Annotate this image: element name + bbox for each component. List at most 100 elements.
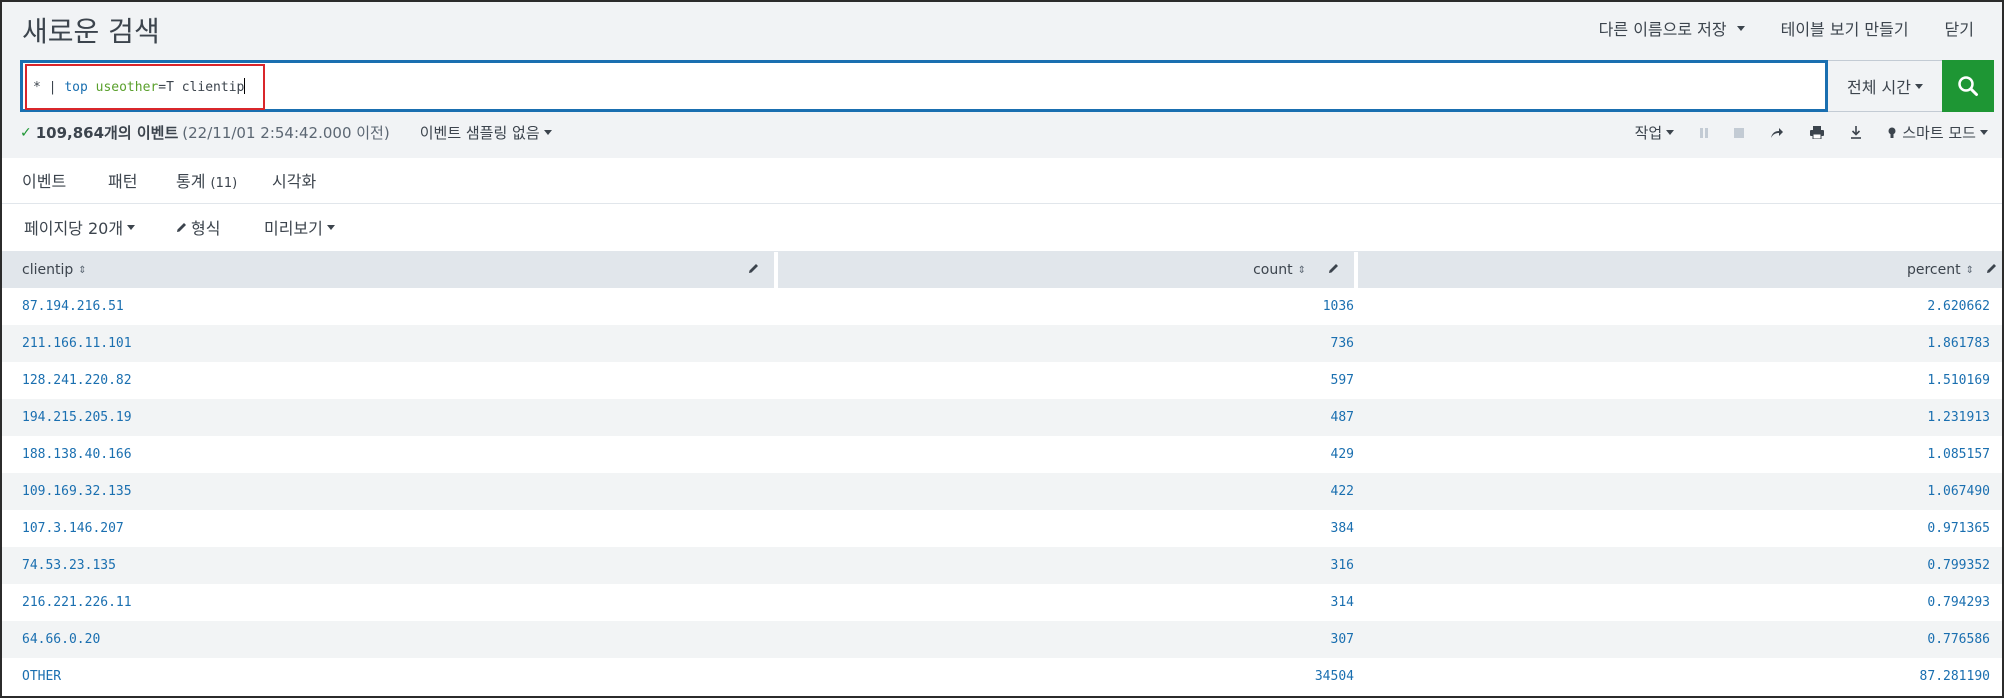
tab-events[interactable]: 이벤트 (22, 168, 66, 206)
tab-patterns-label: 패턴 (108, 172, 138, 191)
export-button[interactable] (1850, 126, 1862, 139)
chevron-down-icon (326, 224, 335, 230)
save-as-button[interactable]: 다른 이름으로 저장 (1599, 16, 1745, 40)
cell-clientip[interactable]: 74.53.23.135 (22, 558, 116, 573)
cell-clientip[interactable]: OTHER (22, 669, 61, 684)
format-label: 형식 (191, 219, 221, 238)
tab-statistics-count: (11) (210, 176, 238, 191)
job-menu[interactable]: 작업 (1635, 122, 1675, 143)
column-header-count[interactable]: count ⇕ (1253, 252, 1306, 288)
create-table-view-button[interactable]: 테이블 보기 만들기 (1781, 16, 1909, 40)
query-command: top (64, 80, 88, 95)
column-header-percent[interactable]: percent ⇕ (1907, 252, 1974, 288)
table-row: 211.166.11.101 736 1.861783 (2, 325, 2002, 362)
pause-button[interactable] (1700, 127, 1709, 138)
cell-clientip[interactable]: 109.169.32.135 (22, 484, 132, 499)
cell-clientip[interactable]: 87.194.216.51 (22, 299, 124, 314)
table-row: 74.53.23.135 316 0.799352 (2, 547, 2002, 584)
column-header-clientip[interactable]: clientip ⇕ (22, 252, 87, 288)
cell-percent[interactable]: 0.776586 (1927, 632, 1990, 647)
cell-count[interactable]: 422 (1331, 484, 1354, 499)
table-row: 216.221.226.11 314 0.794293 (2, 584, 2002, 621)
table-toolbar: 페이지당 20개 형식 미리보기 (2, 205, 2002, 252)
cell-percent[interactable]: 0.794293 (1927, 595, 1990, 610)
sort-icon: ⇕ (1965, 264, 1974, 276)
edit-column-icon[interactable] (1328, 263, 1339, 274)
column-header-label: count (1253, 262, 1293, 278)
edit-column-icon[interactable] (748, 263, 759, 274)
cell-count[interactable]: 384 (1331, 521, 1354, 536)
cell-percent[interactable]: 87.281190 (1920, 669, 1990, 684)
column-header-label: percent (1906, 262, 1961, 278)
cell-count[interactable]: 314 (1331, 595, 1354, 610)
cell-percent[interactable]: 1.510169 (1927, 373, 1990, 388)
share-button[interactable] (1770, 127, 1784, 139)
preview-dropdown[interactable]: 미리보기 (264, 215, 335, 239)
close-label: 닫기 (1944, 20, 1974, 39)
table-row: 188.138.40.166 429 1.085157 (2, 436, 2002, 473)
per-page-label: 페이지당 20개 (24, 219, 124, 238)
cell-percent[interactable]: 1.231913 (1927, 410, 1990, 425)
page-title: 새로운 검색 (22, 15, 160, 48)
download-icon (1851, 126, 1862, 139)
format-button[interactable]: 형식 (176, 215, 220, 239)
text-cursor (244, 78, 246, 94)
search-button[interactable] (1942, 60, 1994, 112)
search-mode-label: 스마트 모드 (1902, 124, 1976, 142)
cell-percent[interactable]: 2.620662 (1927, 299, 1990, 314)
tab-events-label: 이벤트 (22, 172, 67, 191)
cell-count[interactable]: 487 (1331, 410, 1354, 425)
print-button[interactable] (1810, 126, 1825, 139)
edit-column-icon[interactable] (1986, 263, 1997, 274)
app-window: 새로운 검색 다른 이름으로 저장 테이블 보기 만들기 닫기 * | top … (0, 0, 2004, 698)
tab-statistics[interactable]: 통계 (11) (176, 168, 238, 209)
cell-clientip[interactable]: 128.241.220.82 (22, 373, 132, 388)
cell-percent[interactable]: 0.971365 (1927, 521, 1990, 536)
cell-clientip[interactable]: 211.166.11.101 (22, 336, 132, 351)
per-page-dropdown[interactable]: 페이지당 20개 (24, 215, 136, 239)
cell-count[interactable]: 429 (1331, 447, 1354, 462)
chevron-down-icon (1914, 83, 1923, 89)
cell-clientip[interactable]: 107.3.146.207 (22, 521, 124, 536)
query-pipe: | (48, 80, 57, 95)
tab-patterns[interactable]: 패턴 (108, 168, 137, 206)
event-sampling-dropdown[interactable]: 이벤트 샘플링 없음 (420, 122, 552, 143)
cell-count[interactable]: 307 (1331, 632, 1354, 647)
cell-clientip[interactable]: 194.215.205.19 (22, 410, 132, 425)
check-icon: ✓ (20, 124, 32, 141)
table-row: 87.194.216.51 1036 2.620662 (2, 288, 2002, 325)
cell-percent[interactable]: 1.861783 (1927, 336, 1990, 351)
table-row: 64.66.0.20 307 0.776586 (2, 621, 2002, 658)
cell-count[interactable]: 597 (1331, 373, 1354, 388)
cell-clientip[interactable]: 64.66.0.20 (22, 632, 100, 647)
table-row: 194.215.205.19 487 1.231913 (2, 399, 2002, 436)
stop-button[interactable] (1734, 127, 1745, 138)
cell-clientip[interactable]: 188.138.40.166 (22, 447, 132, 462)
table-row: 128.241.220.82 597 1.510169 (2, 362, 2002, 399)
create-table-view-label: 테이블 보기 만들기 (1780, 20, 1909, 39)
chevron-down-icon (127, 224, 136, 230)
time-range-picker[interactable]: 전체 시간 (1828, 60, 1942, 112)
search-mode-dropdown[interactable]: 스마트 모드 (1888, 122, 1988, 143)
cell-percent[interactable]: 0.799352 (1927, 558, 1990, 573)
result-tabs: 이벤트 패턴 통계 (11) 시각화 (2, 158, 2002, 209)
search-input[interactable]: * | top useother=T clientip (20, 60, 1828, 112)
table-header: clientip ⇕ count ⇕ percent ⇕ (2, 252, 2002, 288)
cell-count[interactable]: 34504 (1315, 669, 1354, 684)
table-row: 109.169.32.135 422 1.067490 (2, 473, 2002, 510)
tab-statistics-label: 통계 (176, 172, 206, 191)
search-query[interactable]: * | top useother=T clientip (33, 78, 246, 95)
cell-percent[interactable]: 1.085157 (1927, 447, 1990, 462)
preview-label: 미리보기 (264, 219, 323, 238)
cell-count[interactable]: 316 (1331, 558, 1354, 573)
query-wildcard: * (33, 80, 41, 95)
close-button[interactable]: 닫기 (1945, 16, 1974, 40)
query-argument-name: useother (95, 80, 159, 95)
pause-icon (1700, 127, 1709, 138)
lightbulb-icon (1888, 127, 1896, 138)
cell-count[interactable]: 736 (1331, 336, 1354, 351)
cell-clientip[interactable]: 216.221.226.11 (22, 595, 132, 610)
cell-count[interactable]: 1036 (1323, 299, 1354, 314)
cell-percent[interactable]: 1.067490 (1927, 484, 1990, 499)
tab-visualization[interactable]: 시각화 (272, 168, 316, 206)
